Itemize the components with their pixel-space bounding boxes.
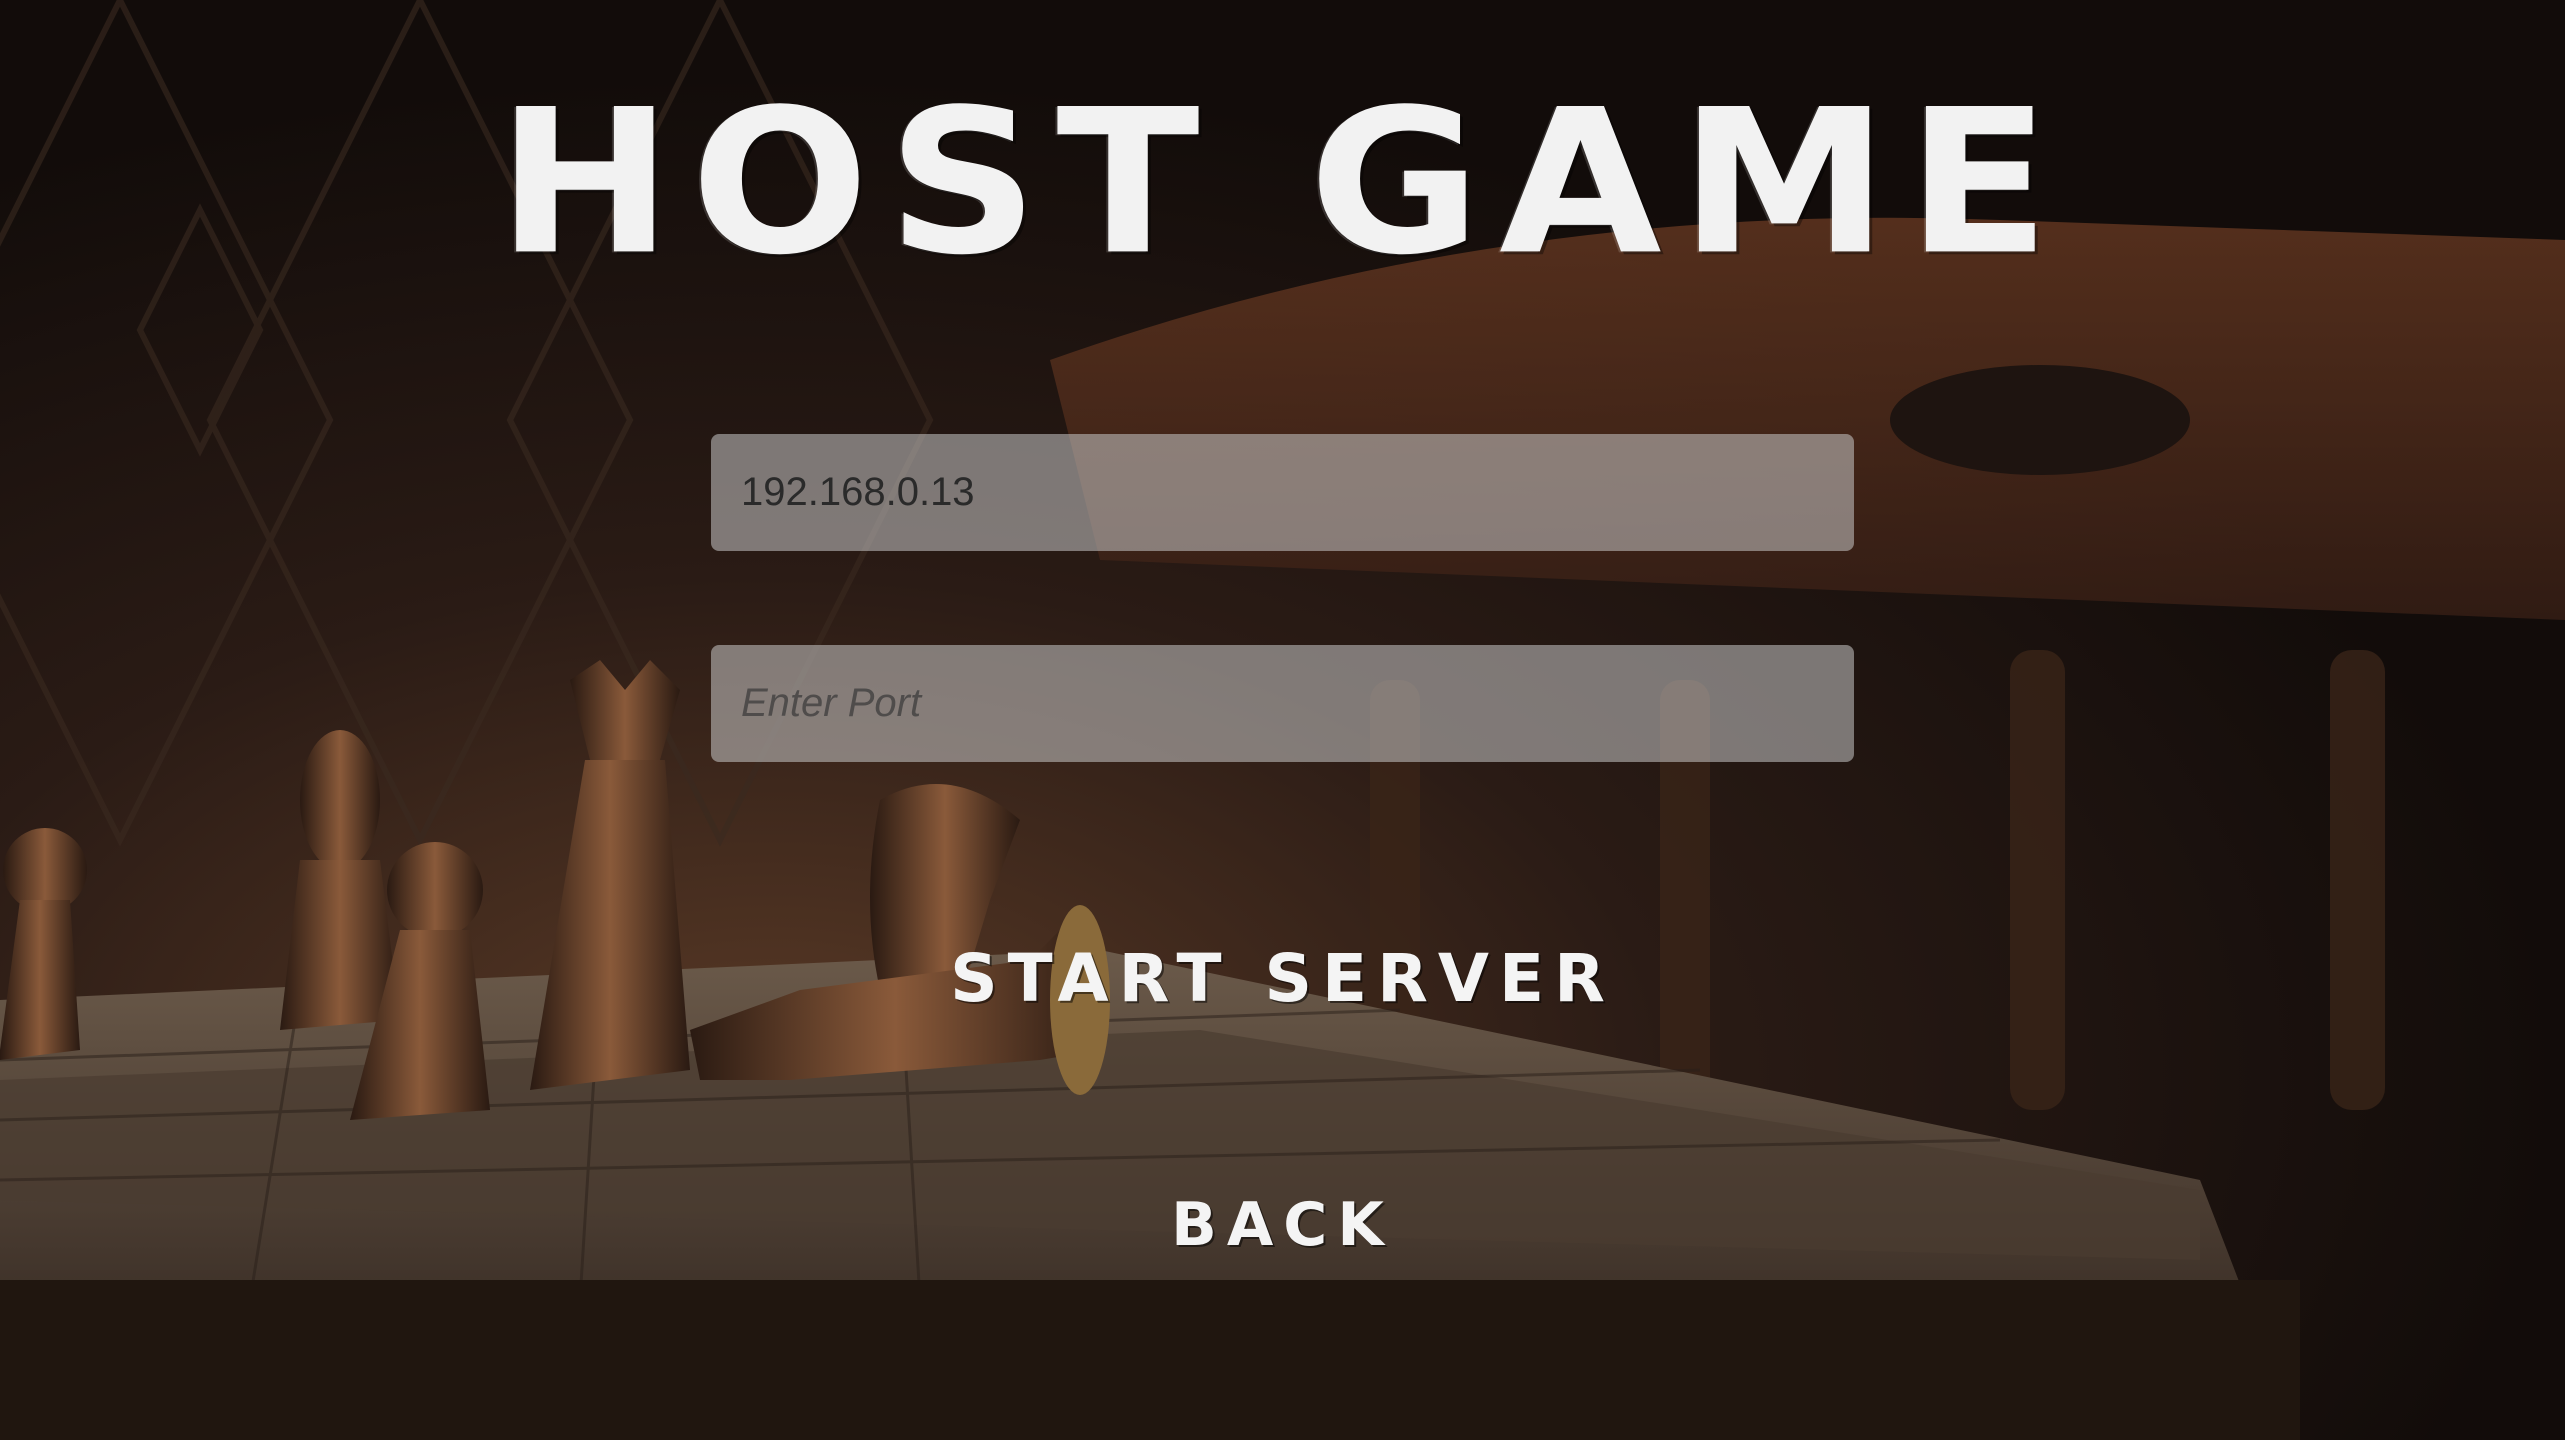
ip-address-field[interactable]: [711, 434, 1854, 551]
host-game-screen: HOST GAME START SERVER BACK: [0, 0, 2565, 1440]
start-server-button[interactable]: START SERVER: [0, 940, 2565, 1017]
port-field[interactable]: [711, 645, 1854, 762]
page-title: HOST GAME: [496, 66, 2069, 299]
back-button[interactable]: BACK: [0, 1190, 2565, 1260]
